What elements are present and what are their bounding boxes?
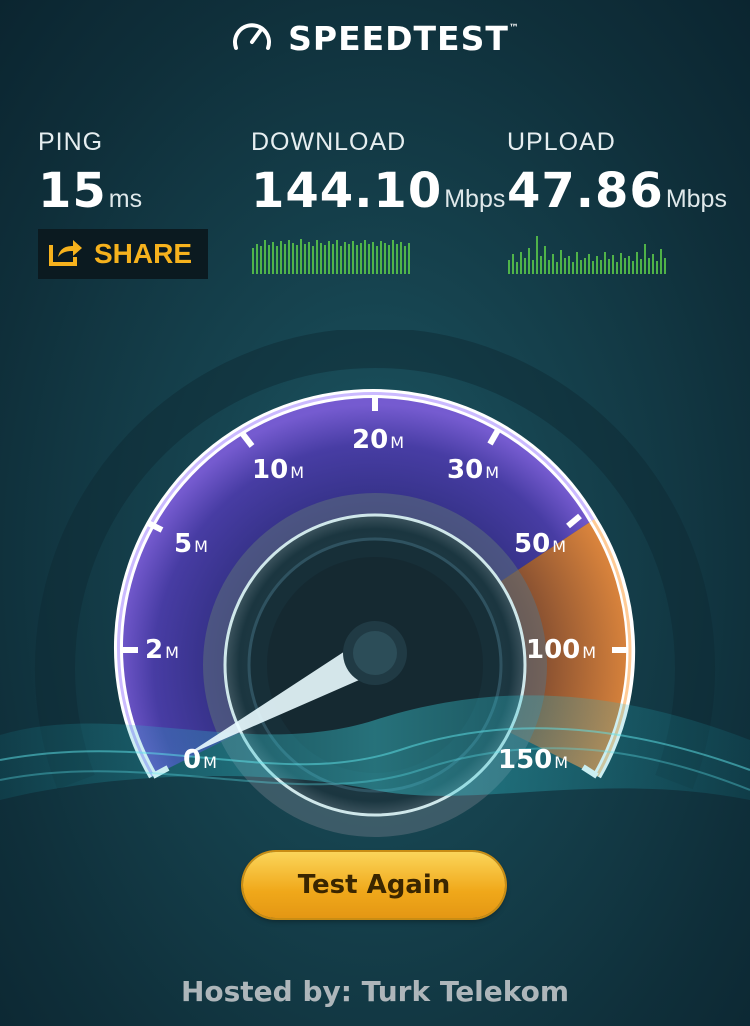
ping-value: 15 (38, 163, 107, 219)
app-logo: SPEEDTEST™ (288, 18, 520, 58)
download-value: 144.10 (251, 163, 443, 219)
speedometer-icon (230, 18, 274, 58)
upload-label: UPLOAD (507, 128, 616, 156)
speed-gauge: 0M 2M 5M 10 M 20 M 30 M 50 M 100 M 150 M (0, 330, 750, 837)
download-sparkline (252, 239, 410, 274)
upload-sparkline (508, 236, 666, 274)
ping-label: PING (38, 128, 104, 156)
upload-unit: Mbps (665, 185, 727, 213)
app-header: SPEEDTEST™ (0, 18, 750, 58)
test-again-button[interactable]: Test Again (243, 852, 505, 918)
upload-value: 47.86 (507, 163, 664, 219)
share-icon (48, 237, 84, 271)
download-unit: Mbps (444, 185, 506, 213)
share-label: SHARE (94, 238, 193, 269)
ping-unit: ms (108, 185, 143, 213)
download-label: DOWNLOAD (251, 128, 407, 156)
download-metric: DOWNLOAD 144.10Mbps (251, 128, 505, 219)
ping-metric: PING 15ms (38, 128, 142, 219)
share-button[interactable]: SHARE (38, 229, 208, 279)
hosted-by-label: Hosted by: Turk Telekom (180, 975, 570, 1008)
upload-metric: UPLOAD 47.86Mbps (507, 128, 727, 219)
